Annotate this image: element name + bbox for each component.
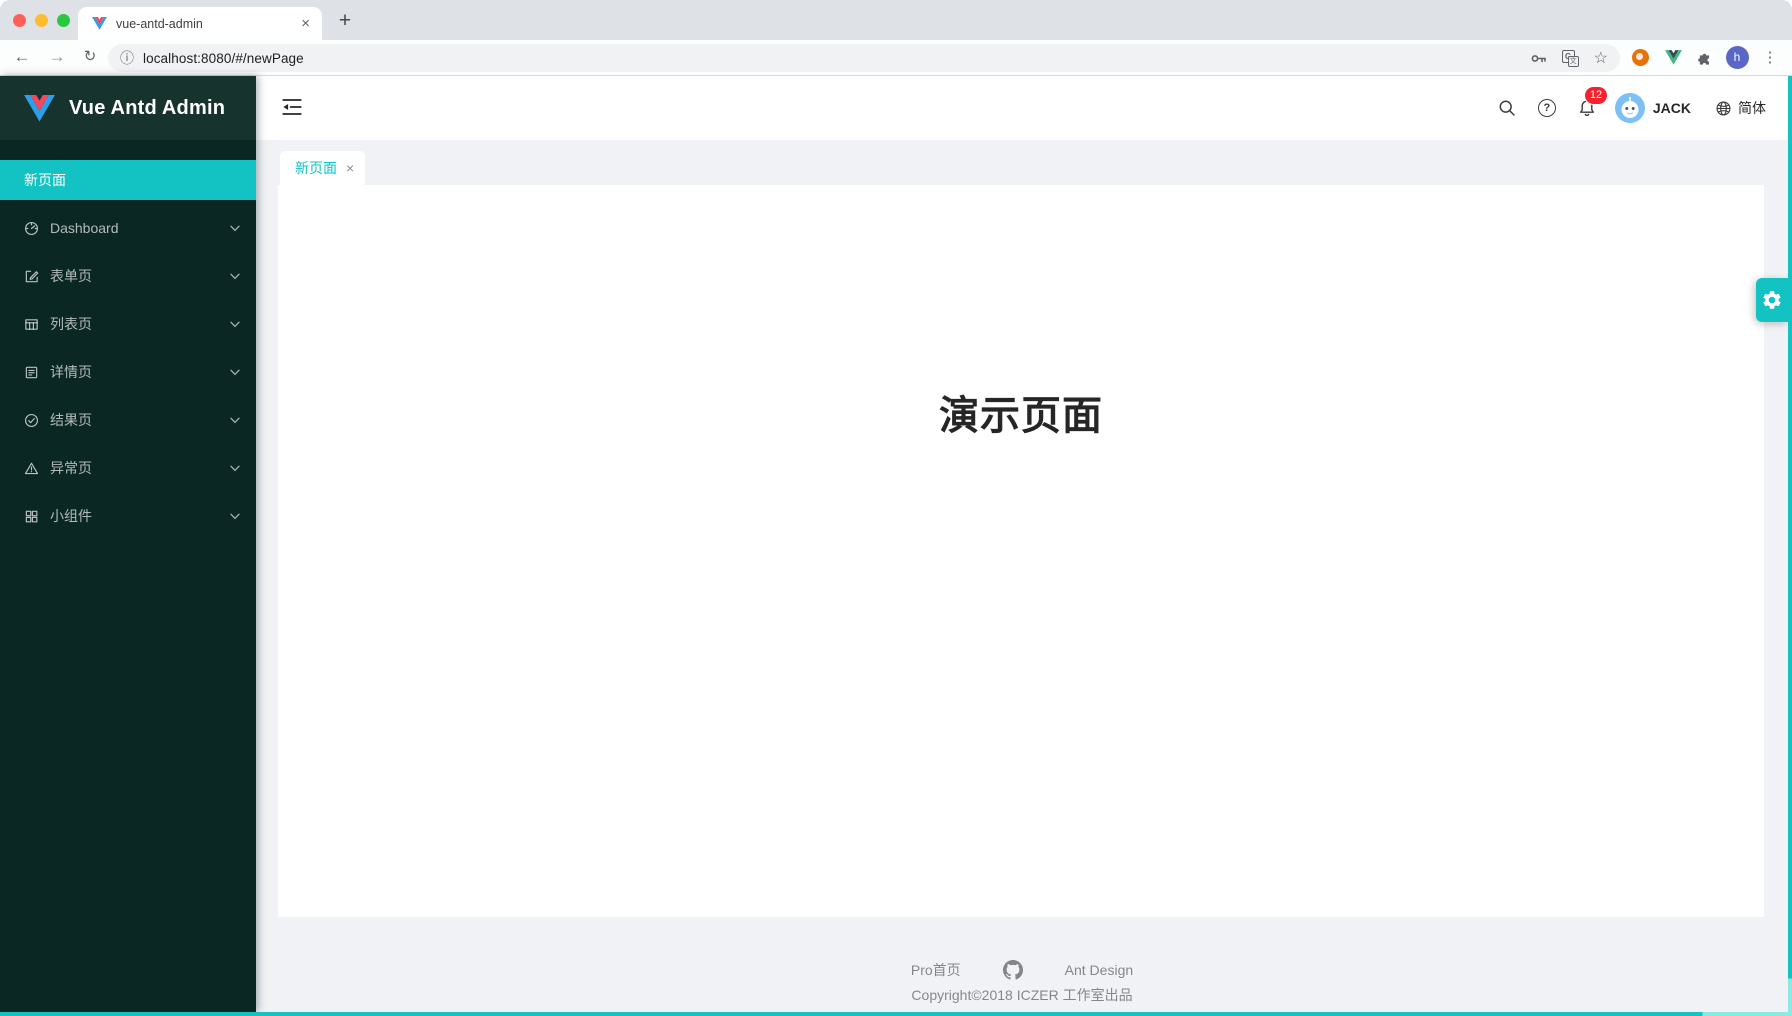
header-actions: ? 12 [1487, 76, 1788, 140]
profile-detail-icon [24, 365, 39, 380]
form-edit-icon [24, 269, 39, 284]
page-info-icon[interactable]: ⓘ [120, 48, 134, 68]
sidebar-item-details[interactable]: 详情页 [0, 352, 256, 392]
browser-tab-title: vue-antd-admin [116, 17, 299, 31]
window-zoom-button[interactable] [57, 14, 70, 27]
app-header: ? 12 [256, 76, 1788, 140]
username[interactable]: JACK [1653, 100, 1691, 116]
sidebar-item-newpage[interactable]: 新页面 [0, 160, 256, 200]
page-tab-label: 新页面 [295, 158, 337, 178]
sidebar-item-label: 小组件 [50, 506, 92, 526]
notification-badge: 12 [1585, 87, 1607, 104]
browser-profile-avatar[interactable]: h [1725, 45, 1749, 69]
footer-copyright: Copyright©2018 ICZER 工作室出品 [256, 985, 1788, 1010]
sidebar-menu: 新页面 Dashboard [0, 140, 256, 536]
omnibox-actions: G 文 ☆ [1530, 44, 1608, 72]
sidebar-item-widgets[interactable]: 小组件 [0, 496, 256, 536]
translate-icon[interactable]: G 文 [1562, 50, 1579, 67]
sidebar-item-label: Dashboard [50, 220, 119, 236]
footer-links: Pro首页 Ant Design [256, 960, 1788, 980]
url-text[interactable]: localhost:8080/#/newPage [143, 51, 304, 66]
globe-icon [1715, 100, 1732, 117]
gear-icon [1761, 289, 1783, 311]
sidebar-item-label: 异常页 [50, 458, 92, 478]
sidebar-item-label: 表单页 [50, 266, 92, 286]
help-icon[interactable]: ? [1527, 76, 1567, 140]
chevron-down-icon [230, 369, 240, 376]
tab-close-icon[interactable]: × [346, 161, 354, 175]
page-tab-newpage[interactable]: 新页面 × [280, 151, 365, 185]
chevron-down-icon [230, 273, 240, 280]
screen: vue-antd-admin × + ← → ↻ ⓘ localhost:808… [0, 0, 1792, 1016]
browser-tabstrip: vue-antd-admin × + [0, 0, 1792, 40]
vue-logo-icon [24, 95, 55, 122]
help-glyph: ? [1544, 102, 1551, 114]
sidebar-item-exceptions[interactable]: 异常页 [0, 448, 256, 488]
chevron-down-icon [230, 513, 240, 520]
sidebar-item-label: 新页面 [24, 170, 66, 190]
language-switcher[interactable]: 简体 [1715, 98, 1766, 118]
appstore-icon [24, 509, 39, 524]
main-area: ? 12 [256, 76, 1788, 1012]
chevron-down-icon [230, 417, 240, 424]
new-tab-button[interactable]: + [332, 8, 358, 34]
accent-edge-right [1788, 76, 1792, 1016]
footer-link-pro-home[interactable]: Pro首页 [911, 960, 961, 980]
search-icon[interactable] [1487, 76, 1527, 140]
app-title: Vue Antd Admin [69, 97, 225, 120]
password-key-icon[interactable] [1530, 50, 1547, 67]
chevron-down-icon [230, 225, 240, 232]
theme-settings-button[interactable] [1756, 278, 1788, 322]
table-icon [24, 317, 39, 332]
translate-wen: 文 [1568, 56, 1579, 67]
extension-orange-icon[interactable] [1628, 45, 1652, 69]
sidebar-item-label: 详情页 [50, 362, 92, 382]
accent-edge-bottom [0, 1012, 1792, 1016]
content-card: 演示页面 [278, 185, 1764, 917]
browser-chrome: vue-antd-admin × + ← → ↻ ⓘ localhost:808… [0, 0, 1792, 76]
dashboard-icon [24, 221, 39, 236]
window-minimize-button[interactable] [35, 14, 48, 27]
user-avatar[interactable] [1615, 93, 1645, 123]
app-footer: Pro首页 Ant Design Copyright©2018 ICZER 工作… [256, 960, 1788, 1010]
app-logo[interactable]: Vue Antd Admin [0, 76, 256, 140]
sidebar-item-label: 结果页 [50, 410, 92, 430]
language-label: 简体 [1738, 98, 1766, 118]
footer-link-ant-design[interactable]: Ant Design [1065, 962, 1133, 978]
sidebar-item-results[interactable]: 结果页 [0, 400, 256, 440]
warning-triangle-icon [24, 461, 39, 476]
chevron-down-icon [230, 321, 240, 328]
github-icon[interactable] [1003, 960, 1023, 980]
page-tabbar: 新页面 × [256, 140, 1788, 185]
address-bar[interactable]: ⓘ localhost:8080/#/newPage G 文 [108, 44, 1620, 72]
sidebar-item-lists[interactable]: 列表页 [0, 304, 256, 344]
chevron-down-icon [230, 465, 240, 472]
browser-tab-close-icon[interactable]: × [299, 16, 312, 31]
window-close-button[interactable] [13, 14, 26, 27]
browser-tab[interactable]: vue-antd-admin × [78, 7, 322, 40]
vue-favicon [92, 17, 107, 30]
notification-bell-icon[interactable]: 12 [1567, 76, 1607, 140]
sidebar-item-dashboard[interactable]: Dashboard [0, 208, 256, 248]
forward-icon[interactable]: → [45, 45, 69, 69]
bookmark-star-icon[interactable]: ☆ [1594, 48, 1608, 68]
sidebar: Vue Antd Admin 新页面 Dashboard [0, 76, 256, 1012]
app-viewport: Vue Antd Admin 新页面 Dashboard [0, 76, 1792, 1016]
reload-icon[interactable]: ↻ [78, 45, 102, 69]
extensions-puzzle-icon[interactable] [1693, 45, 1717, 69]
menu-fold-icon[interactable] [282, 98, 302, 116]
check-circle-icon [24, 413, 39, 428]
sidebar-item-forms[interactable]: 表单页 [0, 256, 256, 296]
page-title: 演示页面 [278, 185, 1764, 441]
browser-toolbar: ← → ↻ ⓘ localhost:8080/#/newPage [0, 40, 1792, 76]
browser-menu-icon[interactable]: ⋮ [1758, 45, 1782, 69]
back-icon[interactable]: ← [10, 45, 34, 69]
vue-devtools-icon[interactable] [1661, 45, 1685, 69]
sidebar-item-label: 列表页 [50, 314, 92, 334]
